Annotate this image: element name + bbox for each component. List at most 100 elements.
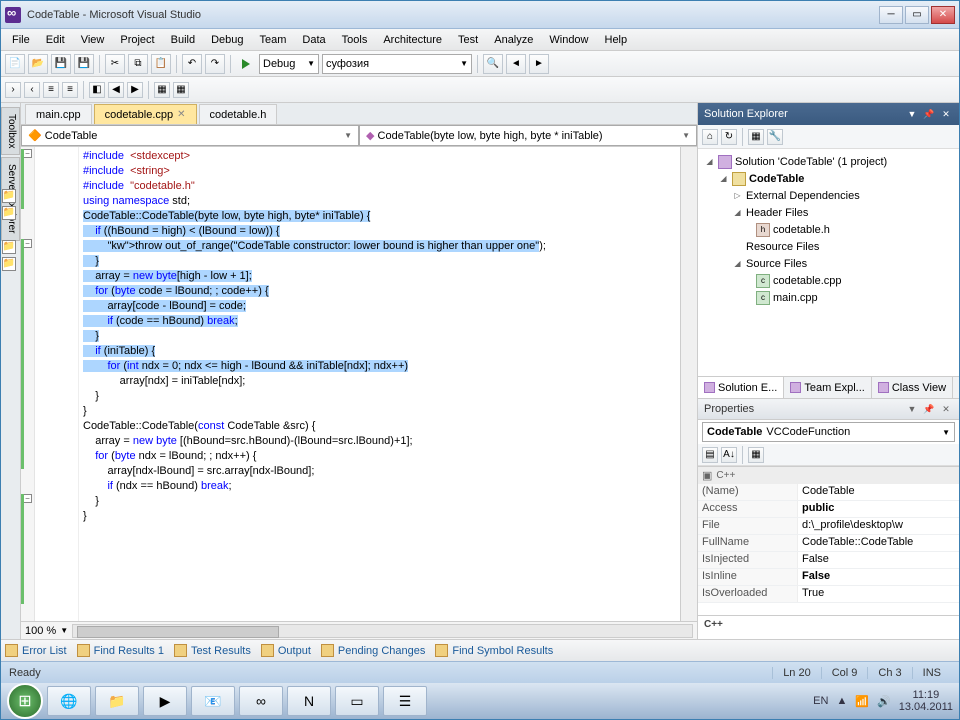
menu-debug[interactable]: Debug xyxy=(204,32,250,48)
property-row[interactable]: FullNameCodeTable::CodeTable xyxy=(698,535,959,552)
open-button[interactable]: 📂 xyxy=(28,54,48,74)
menu-help[interactable]: Help xyxy=(598,32,635,48)
bottom-tab[interactable]: Output xyxy=(261,644,311,657)
pin-icon[interactable]: 📌 xyxy=(922,402,936,416)
property-row[interactable]: Accesspublic xyxy=(698,501,959,518)
menu-view[interactable]: View xyxy=(74,32,112,48)
tray-flag-icon[interactable]: ▲ xyxy=(836,695,847,707)
taskbar-ie-icon[interactable]: 🌐 xyxy=(47,686,91,716)
taskbar-app-icon[interactable]: ▭ xyxy=(335,686,379,716)
bookmark-prev[interactable]: ◀ xyxy=(108,82,124,98)
folder-node[interactable]: 📁Resource Files xyxy=(700,238,957,255)
find-button[interactable]: 🔍 xyxy=(483,54,503,74)
start-button[interactable] xyxy=(7,683,43,719)
indent-inc-button[interactable]: › xyxy=(5,82,21,98)
nav-fwd-button[interactable]: ► xyxy=(529,54,549,74)
config-dropdown[interactable]: Debug▼ xyxy=(259,54,319,74)
menu-window[interactable]: Window xyxy=(542,32,595,48)
vertical-scrollbar[interactable] xyxy=(680,147,697,621)
close-icon[interactable]: ✕ xyxy=(939,107,953,121)
alpha-button[interactable]: A↓ xyxy=(721,447,737,463)
editor-tab[interactable]: codetable.cpp✕ xyxy=(94,104,197,124)
horizontal-scrollbar[interactable] xyxy=(72,624,693,638)
tray-lang[interactable]: EN xyxy=(813,695,828,707)
menu-tools[interactable]: Tools xyxy=(335,32,375,48)
home-button[interactable]: ⌂ xyxy=(702,129,718,145)
taskbar-outlook-icon[interactable]: 📧 xyxy=(191,686,235,716)
fold-toggle-icon[interactable]: − xyxy=(23,149,32,158)
dropdown-icon[interactable]: ▼ xyxy=(905,107,919,121)
copy-button[interactable]: ⧉ xyxy=(128,54,148,74)
bookmark-next[interactable]: ▶ xyxy=(127,82,143,98)
fold-toggle-icon[interactable]: − xyxy=(23,239,32,248)
menu-team[interactable]: Team xyxy=(253,32,294,48)
solution-node[interactable]: ◢Solution 'CodeTable' (1 project) xyxy=(700,153,957,170)
tray-sound-icon[interactable]: 🔊 xyxy=(877,695,891,708)
menu-data[interactable]: Data xyxy=(295,32,332,48)
minimize-button[interactable]: ─ xyxy=(879,6,903,24)
redo-button[interactable]: ↷ xyxy=(205,54,225,74)
indent-dec-button[interactable]: ‹ xyxy=(24,82,40,98)
platform-dropdown[interactable]: суфозия▼ xyxy=(322,54,472,74)
bottom-tab[interactable]: Find Symbol Results xyxy=(435,644,553,657)
prop-category[interactable]: ▣C++ xyxy=(698,467,959,484)
menu-build[interactable]: Build xyxy=(164,32,202,48)
taskbar-vs-icon[interactable]: ∞ xyxy=(239,686,283,716)
file-node[interactable]: hcodetable.h xyxy=(700,221,957,238)
toolbox-tab[interactable]: Toolbox xyxy=(1,107,20,155)
cut-button[interactable]: ✂ xyxy=(105,54,125,74)
menu-test[interactable]: Test xyxy=(451,32,485,48)
uncomment-button[interactable]: ≡ xyxy=(62,82,78,98)
folder-node[interactable]: ◢📁Source Files xyxy=(700,255,957,272)
project-node[interactable]: ◢CodeTable xyxy=(700,170,957,187)
close-button[interactable]: ✕ xyxy=(931,6,955,24)
comment-button[interactable]: ≡ xyxy=(43,82,59,98)
close-tab-icon[interactable]: ✕ xyxy=(177,109,185,120)
solution-tree[interactable]: ◢Solution 'CodeTable' (1 project)◢CodeTa… xyxy=(698,149,959,376)
zoom-level[interactable]: 100 % xyxy=(25,625,56,637)
tray-clock[interactable]: 11:1913.04.2011 xyxy=(899,689,953,713)
menu-architecture[interactable]: Architecture xyxy=(376,32,449,48)
code-editor[interactable]: #include <stdexcept>#include <string>#in… xyxy=(79,147,680,621)
taskbar-onenote-icon[interactable]: N xyxy=(287,686,331,716)
new-project-button[interactable]: 📄 xyxy=(5,54,25,74)
refresh-button[interactable]: ↻ xyxy=(721,129,737,145)
taskbar-app2-icon[interactable]: ☰ xyxy=(383,686,427,716)
folder-node[interactable]: ◢📁Header Files xyxy=(700,204,957,221)
pin-icon[interactable]: 📌 xyxy=(922,107,936,121)
tray-network-icon[interactable]: 📶 xyxy=(855,695,869,708)
property-object-selector[interactable]: CodeTableVCCodeFunction▼ xyxy=(702,422,955,442)
menu-analyze[interactable]: Analyze xyxy=(487,32,540,48)
prop-pages-button[interactable]: ▦ xyxy=(748,447,764,463)
maximize-button[interactable]: ▭ xyxy=(905,6,929,24)
categorized-button[interactable]: ▤ xyxy=(702,447,718,463)
property-row[interactable]: Filed:\_profile\desktop\w xyxy=(698,518,959,535)
menu-file[interactable]: File xyxy=(5,32,37,48)
toggle-button[interactable]: ▦ xyxy=(154,82,170,98)
dropdown-icon[interactable]: ▼ xyxy=(905,402,919,416)
fold-toggle-icon[interactable]: − xyxy=(23,494,32,503)
bottom-tab[interactable]: Pending Changes xyxy=(321,644,425,657)
panel-tab[interactable]: Team Expl... xyxy=(784,377,872,398)
save-button[interactable]: 💾 xyxy=(51,54,71,74)
bottom-tab[interactable]: Error List xyxy=(5,644,67,657)
bottom-tab[interactable]: Find Results 1 xyxy=(77,644,164,657)
paste-button[interactable]: 📋 xyxy=(151,54,171,74)
menu-project[interactable]: Project xyxy=(113,32,161,48)
scope-member-dropdown[interactable]: ◆ CodeTable(byte low, byte high, byte * … xyxy=(359,125,697,146)
property-row[interactable]: IsInjectedFalse xyxy=(698,552,959,569)
properties-button[interactable]: 🔧 xyxy=(767,129,783,145)
taskbar-explorer-icon[interactable]: 📁 xyxy=(95,686,139,716)
bookmark-button[interactable]: ◧ xyxy=(89,82,105,98)
panel-tab[interactable]: Solution E... xyxy=(698,377,784,398)
property-row[interactable]: IsInlineFalse xyxy=(698,569,959,586)
menu-edit[interactable]: Edit xyxy=(39,32,72,48)
folder-node[interactable]: ▷📁External Dependencies xyxy=(700,187,957,204)
close-icon[interactable]: ✕ xyxy=(939,402,953,416)
editor-tab[interactable]: codetable.h xyxy=(199,104,278,124)
scope-class-dropdown[interactable]: 🔶 CodeTable▼ xyxy=(21,125,359,146)
taskbar-wmp-icon[interactable]: ▶ xyxy=(143,686,187,716)
property-row[interactable]: (Name)CodeTable xyxy=(698,484,959,501)
toggle2-button[interactable]: ▦ xyxy=(173,82,189,98)
panel-tab[interactable]: Class View xyxy=(872,377,953,398)
